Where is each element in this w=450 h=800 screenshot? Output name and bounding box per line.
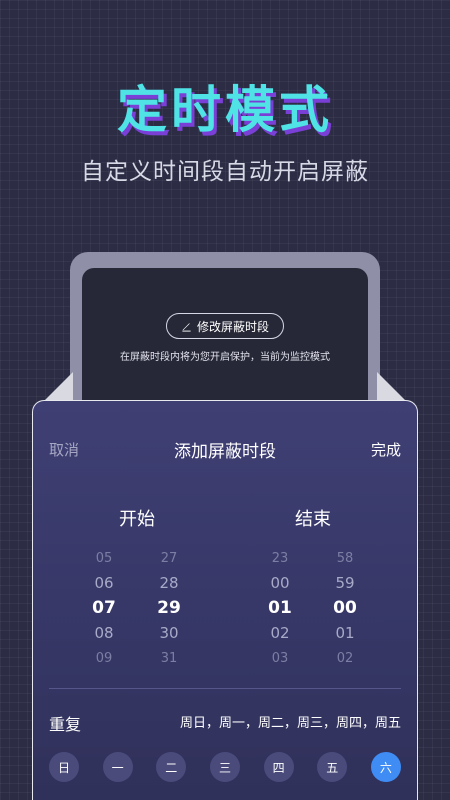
end-minute-picker[interactable]: 58 59 00 01 02 — [323, 546, 367, 671]
mode-note: 在屏蔽时段内将为您开启保护，当前为监控模式 — [120, 352, 330, 363]
picker-option[interactable]: 01 — [323, 621, 367, 646]
picker-option[interactable]: 58 — [323, 546, 367, 571]
hero-title: 定时模式 — [117, 81, 333, 139]
sheet-header: 取消 添加屏蔽时段 完成 — [33, 437, 417, 462]
start-minute-picker[interactable]: 27 28 29 30 31 — [147, 546, 191, 671]
picker-option[interactable]: 05 — [82, 546, 126, 571]
picker-option[interactable]: 03 — [258, 646, 302, 671]
add-schedule-sheet: 取消 添加屏蔽时段 完成 开始 结束 05 06 07 08 09 27 28 … — [32, 400, 418, 800]
picker-option[interactable]: 28 — [147, 571, 191, 596]
divider — [49, 688, 401, 689]
pencil-icon — [182, 322, 191, 332]
day-toggle-wed[interactable]: 三 — [209, 752, 240, 782]
picker-selected[interactable]: 01 — [258, 596, 302, 621]
picker-selected[interactable]: 07 — [82, 596, 126, 621]
picker-selected[interactable]: 00 — [323, 596, 367, 621]
picker-option[interactable]: 02 — [258, 621, 302, 646]
edit-schedule-button[interactable]: 修改屏蔽时段 — [165, 313, 285, 339]
picker-option[interactable]: 27 — [147, 546, 191, 571]
picker-option[interactable]: 00 — [258, 571, 302, 596]
day-toggle-fri[interactable]: 五 — [317, 752, 348, 782]
day-toggle-thu[interactable]: 四 — [263, 752, 294, 782]
sheet-title: 添加屏蔽时段 — [174, 442, 276, 462]
day-toggle-mon[interactable]: 一 — [102, 752, 133, 782]
cancel-button[interactable]: 取消 — [49, 439, 79, 460]
end-label: 结束 — [295, 509, 331, 530]
day-toggle-tue[interactable]: 二 — [156, 752, 187, 782]
picker-selected[interactable]: 29 — [147, 596, 191, 621]
picker-option[interactable]: 02 — [323, 646, 367, 671]
end-hour-picker[interactable]: 23 00 01 02 03 — [258, 546, 302, 671]
repeat-value: 周日，周一，周二，周三，周四，周五 — [179, 716, 401, 731]
picker-option[interactable]: 59 — [323, 571, 367, 596]
edit-schedule-label: 修改屏蔽时段 — [196, 319, 270, 334]
picker-option[interactable]: 31 — [147, 646, 191, 671]
picker-option[interactable]: 08 — [82, 621, 126, 646]
hero-subtitle: 自定义时间段自动开启屏蔽 — [81, 159, 369, 185]
weekday-selector: 日 一 二 三 四 五 六 — [49, 752, 401, 782]
picker-option[interactable]: 23 — [258, 546, 302, 571]
start-hour-picker[interactable]: 05 06 07 08 09 — [82, 546, 126, 671]
picker-option[interactable]: 09 — [82, 646, 126, 671]
start-label: 开始 — [119, 509, 155, 530]
day-toggle-sun[interactable]: 日 — [49, 752, 79, 782]
done-button[interactable]: 完成 — [371, 439, 401, 460]
day-toggle-sat[interactable]: 六 — [370, 752, 401, 782]
repeat-label: 重复 — [49, 715, 82, 734]
picker-option[interactable]: 30 — [147, 621, 191, 646]
picker-option[interactable]: 06 — [82, 571, 126, 596]
